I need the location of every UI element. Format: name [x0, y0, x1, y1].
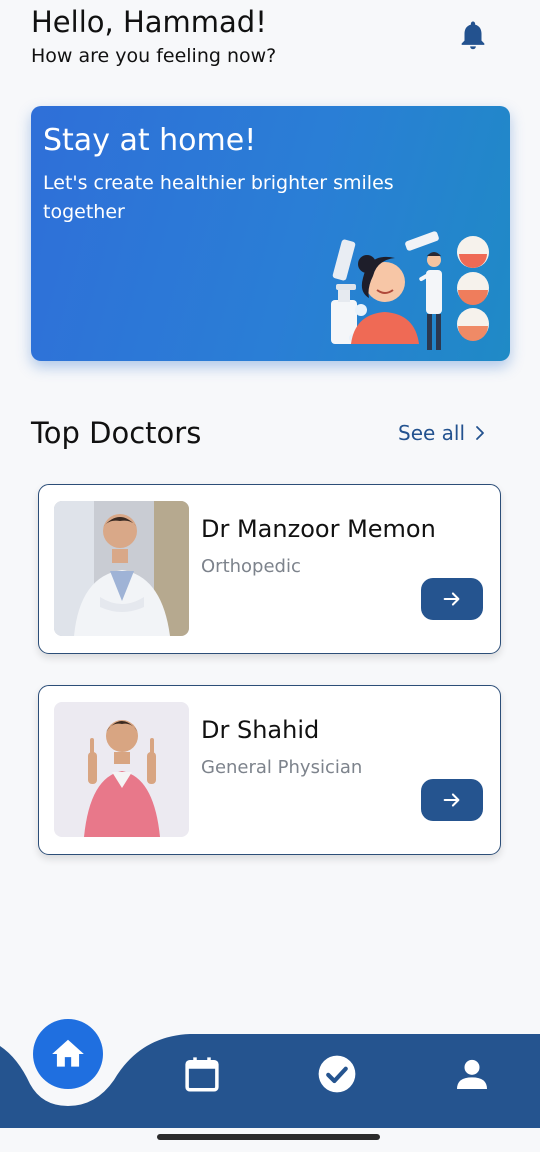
top-doctors-heading: Top Doctors [31, 416, 202, 450]
nav-appointments-button[interactable] [316, 1053, 358, 1095]
banner-text: Let's create healthier brighter smiles t… [43, 172, 394, 223]
home-icon [52, 1039, 84, 1067]
doctor-name: Dr Manzoor Memon [201, 515, 436, 543]
see-all-link[interactable]: See all [398, 419, 489, 447]
nav-calendar-button[interactable] [180, 1052, 224, 1096]
doctor-specialty: General Physician [201, 757, 363, 778]
arrow-right-icon [443, 793, 460, 807]
calendar-icon [185, 1057, 219, 1092]
doctor-card[interactable]: Dr Shahid General Physician [38, 685, 501, 855]
view-doctor-button[interactable] [421, 779, 483, 821]
doctor-name: Dr Shahid [201, 716, 320, 744]
home-indicator [157, 1134, 380, 1140]
greeting-subtitle: How are you feeling now? [31, 45, 277, 67]
check-circle-icon [318, 1055, 356, 1093]
promo-banner[interactable]: Stay at home! Let's create healthier bri… [31, 106, 510, 361]
doctor-photo [54, 702, 189, 837]
see-all-label: See all [398, 421, 466, 445]
banner-title: Stay at home! [43, 123, 257, 158]
nav-profile-button[interactable] [452, 1054, 492, 1094]
person-icon [457, 1059, 487, 1089]
hygiene-illustration [331, 231, 489, 350]
greeting-block: Hello, Hammad! How are you feeling now? [31, 4, 276, 70]
doctor-card[interactable]: Dr Manzoor Memon Orthopedic [38, 484, 501, 654]
view-doctor-button[interactable] [421, 578, 483, 620]
bell-icon[interactable] [456, 18, 490, 52]
chevron-right-icon [476, 426, 484, 440]
doctor-photo [54, 501, 189, 636]
doctor-specialty: Orthopedic [201, 556, 301, 577]
arrow-right-icon [443, 592, 460, 606]
nav-home-button[interactable] [33, 1019, 103, 1089]
greeting-title: Hello, Hammad! [31, 5, 267, 39]
